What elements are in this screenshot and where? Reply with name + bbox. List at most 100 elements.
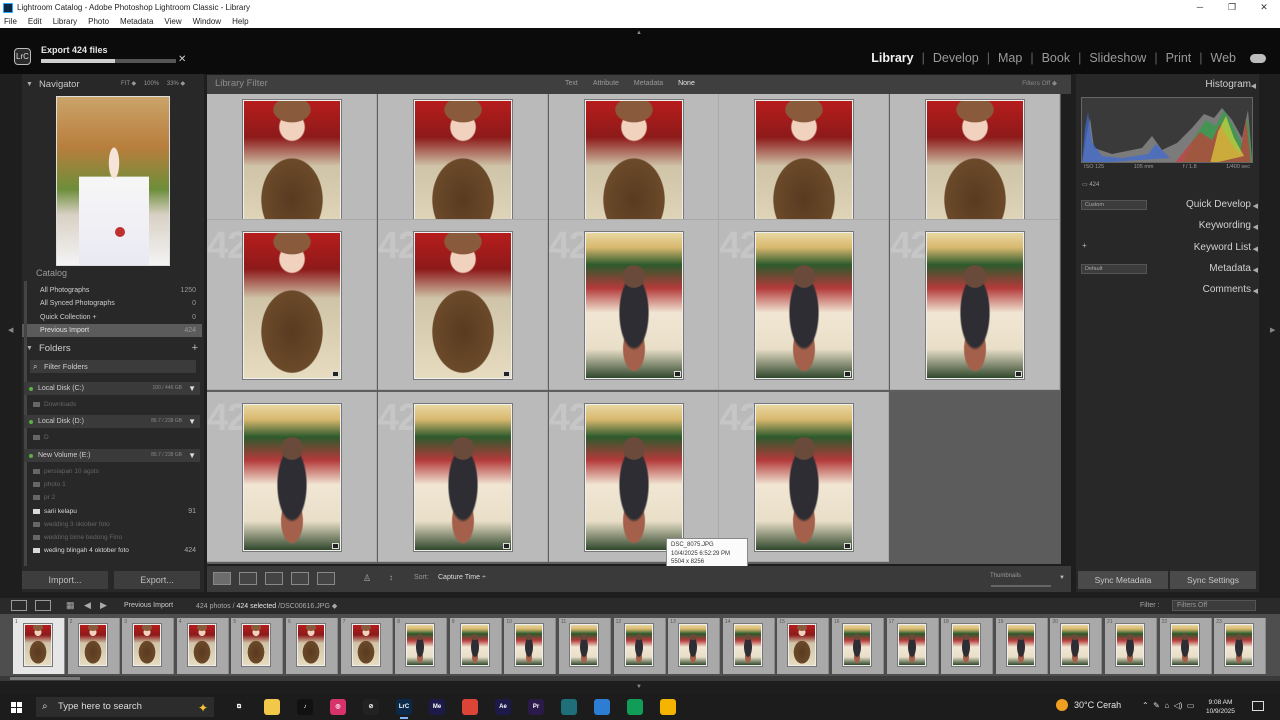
filmstrip-toggle-icon[interactable]: ▼ <box>636 684 642 690</box>
notification-icon[interactable] <box>1252 701 1264 711</box>
menu-help[interactable]: Help <box>232 17 248 26</box>
network-icon[interactable]: ⌂ <box>1164 701 1169 710</box>
filmstrip-cell[interactable]: 8 <box>395 618 448 674</box>
menu-metadata[interactable]: Metadata <box>120 17 153 26</box>
import-button[interactable]: Import... <box>22 571 108 589</box>
filmstrip-thumbnail[interactable] <box>679 624 708 666</box>
filmstrip-scrollbar[interactable] <box>0 676 1280 681</box>
filmstrip-cell[interactable]: 6 <box>286 618 338 674</box>
filmstrip-source[interactable]: Previous Import <box>124 602 173 609</box>
filmstrip-thumbnail[interactable] <box>187 624 216 666</box>
chevron-up-icon[interactable]: ⌃ <box>1142 701 1149 710</box>
chrome-icon-3[interactable] <box>660 699 676 715</box>
filmstrip-cell[interactable]: 17 <box>886 618 939 674</box>
filmstrip-thumbnail[interactable] <box>1006 624 1035 666</box>
filmstrip-thumbnail[interactable] <box>24 624 52 666</box>
volume-menu-icon[interactable]: ▼ <box>188 415 196 428</box>
add-keyword-icon[interactable]: + <box>1082 241 1087 250</box>
chrome-icon-2[interactable] <box>627 699 643 715</box>
filmstrip-cell[interactable]: 13 <box>668 618 721 674</box>
people-view-icon[interactable] <box>317 572 335 585</box>
collapse-triangle-icon[interactable]: ◀ <box>1253 202 1258 210</box>
restore-button[interactable]: ❐ <box>1216 0 1248 15</box>
filmstrip-thumbnail[interactable] <box>1116 624 1144 666</box>
volume-row[interactable]: Local Disk (D:) 86.7 / 238 GB ▼ <box>24 415 200 429</box>
filmstrip-cell[interactable]: 18 <box>941 618 994 674</box>
grid-cell[interactable]: 424 <box>207 220 377 390</box>
grid-cell[interactable]: 424 <box>207 392 377 562</box>
system-tray[interactable]: ⌃ ✎ ⌂ ◁) ▭ <box>1142 701 1194 710</box>
filter-none[interactable]: None <box>678 80 695 87</box>
filmstrip-thumbnail[interactable] <box>515 624 544 666</box>
second-window-icon[interactable] <box>35 600 51 611</box>
filmstrip-cell[interactable]: 21 <box>1105 618 1157 674</box>
module-print[interactable]: Print <box>1158 51 1200 65</box>
filmstrip-filter-dropdown[interactable]: Filters Off <box>1172 600 1256 611</box>
grid-view-icon[interactable] <box>213 572 231 585</box>
grid-cell[interactable]: 427 <box>719 220 890 390</box>
folder-row[interactable]: Downloads <box>30 398 200 411</box>
photo-thumbnail[interactable] <box>413 232 512 379</box>
taskbar-search[interactable]: ⌕ Type here to search ✦ <box>36 697 214 717</box>
filmstrip-cell[interactable]: 4 <box>176 618 229 674</box>
main-window-icon[interactable] <box>11 600 27 611</box>
sync-metadata-button[interactable]: Sync Metadata <box>1078 571 1168 589</box>
collapse-triangle-icon[interactable]: ◀ <box>1253 287 1258 295</box>
menu-photo[interactable]: Photo <box>88 17 109 26</box>
minimize-button[interactable]: ─ <box>1184 0 1216 15</box>
grid-cell[interactable]: 428 <box>890 220 1061 390</box>
folder-row[interactable]: sarii kelapu 91 <box>30 505 200 518</box>
volume-menu-icon[interactable]: ▼ <box>188 449 196 462</box>
grid-cell[interactable]: 421 <box>548 392 719 562</box>
volume-row[interactable]: Local Disk (C:) 100 / 446 GB ▼ <box>24 382 200 395</box>
photo-thumbnail[interactable] <box>584 232 683 379</box>
collapse-triangle-icon[interactable]: ◀ <box>1251 82 1256 90</box>
menu-file[interactable]: File <box>4 17 17 26</box>
filmstrip-thumbnail[interactable] <box>78 624 107 666</box>
filmstrip-thumbnail[interactable] <box>1170 624 1199 666</box>
filmstrip-thumbnail[interactable] <box>843 624 871 666</box>
photo-thumbnail[interactable] <box>243 232 341 379</box>
filmstrip-thumbnail[interactable] <box>351 624 380 666</box>
grid-icon[interactable]: ▦ <box>66 600 75 611</box>
folder-row[interactable]: weding blingah 4 oktober foto 424 <box>30 544 200 557</box>
export-button[interactable]: Export... <box>114 571 200 589</box>
filmstrip-cell[interactable]: 15 <box>777 618 830 674</box>
add-folder-icon[interactable]: + <box>192 342 198 354</box>
pen-icon[interactable]: ✎ <box>1153 701 1160 710</box>
filmstrip-cell[interactable]: 20 <box>1050 618 1103 674</box>
top-panel-toggle-icon[interactable]: ▲ <box>636 30 642 36</box>
grid-cell[interactable] <box>890 94 1061 220</box>
collapse-triangle-icon[interactable]: ◀ <box>1253 266 1258 274</box>
filmstrip-thumbnail[interactable] <box>406 624 435 666</box>
filmstrip-thumbnail[interactable] <box>1225 624 1254 666</box>
keyword-list-title[interactable]: Keyword List <box>1194 242 1251 253</box>
folder-row[interactable]: persiapan 10 agsts <box>30 465 200 478</box>
chrome-icon[interactable] <box>462 699 478 715</box>
grid-cell[interactable] <box>719 94 890 220</box>
filmstrip-cell[interactable]: 10 <box>504 618 557 674</box>
catalog-item[interactable]: Quick Collection + 0 <box>22 311 202 324</box>
folder-row[interactable]: wedding 3 oktober foto <box>30 518 200 531</box>
filters-off-dropdown[interactable]: Filters Off ◆ <box>1022 79 1057 87</box>
windows-start-icon[interactable] <box>11 702 22 713</box>
compare-view-icon[interactable] <box>265 572 283 585</box>
task-view-icon[interactable]: ⧉ <box>231 699 247 715</box>
filmstrip-cell[interactable]: 23 <box>1214 618 1267 674</box>
quick-develop-title[interactable]: Quick Develop <box>1186 199 1251 210</box>
module-web[interactable]: Web <box>1203 51 1244 65</box>
collapse-triangle-icon[interactable]: ◀ <box>1253 245 1258 253</box>
metadata-title[interactable]: Metadata <box>1209 263 1251 274</box>
filmstrip-cell[interactable]: 5 <box>231 618 284 674</box>
comments-title[interactable]: Comments <box>1203 284 1251 295</box>
clock[interactable]: 9:08 AM 10/9/2025 <box>1206 698 1235 716</box>
file-explorer-icon[interactable] <box>264 699 280 715</box>
photo-thumbnail[interactable] <box>755 404 854 551</box>
left-panel-toggle-icon[interactable]: ◀ <box>8 326 13 334</box>
grid-cell[interactable]: 420 <box>377 392 548 562</box>
sort-direction-icon[interactable]: ↕ <box>389 573 393 582</box>
battery-icon[interactable]: ▭ <box>1187 701 1195 710</box>
filmstrip-cell[interactable]: 19 <box>995 618 1048 674</box>
folder-row[interactable]: D <box>30 431 200 444</box>
folder-row[interactable]: pr 2 <box>30 491 200 504</box>
